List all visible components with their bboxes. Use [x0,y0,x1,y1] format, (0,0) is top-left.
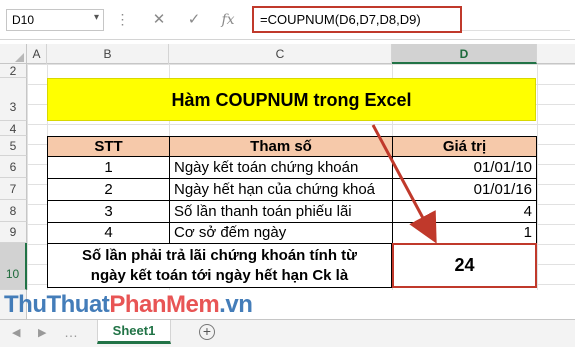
table-header-param: Tham số [169,136,393,157]
select-all-button[interactable] [0,44,27,64]
result-label-line1: Số lần phải trả lãi chứng khoán tính từ [81,247,358,264]
table-cell-stt[interactable]: 1 [47,156,170,179]
more-sheets-icon[interactable]: … [64,324,79,340]
formula-bar: D10 ▾ ⋮ ✕ ✓ fx =COUPNUM(D6,D7,D8,D9) [0,0,575,40]
table-cell-value[interactable]: 01/01/16 [392,178,537,201]
column-headers: A B C D [0,44,575,64]
scroll-right-icon[interactable]: ▶ [38,326,46,339]
row-header-8[interactable]: 8 [0,200,27,222]
gridline [537,64,538,290]
name-box-value: D10 [12,13,35,27]
result-label[interactable]: Số lần phải trả lãi chứng khoán tính từ … [47,243,392,288]
chevron-down-icon[interactable]: ▾ [94,12,99,23]
table-cell-param[interactable]: Cơ sở đếm ngày [169,222,393,244]
table-cell-value[interactable]: 01/01/10 [392,156,537,179]
watermark-logo: ThuThuatPhanMem.vn [4,291,253,321]
result-cell[interactable]: 24 [392,243,537,288]
table-cell-stt[interactable]: 4 [47,222,170,244]
row-header-5[interactable]: 5 [0,136,27,156]
add-sheet-icon[interactable]: + [199,324,215,340]
formula-input-area[interactable] [462,9,570,31]
sheet-tab-sheet1[interactable]: Sheet1 [97,320,171,344]
insert-function-icon[interactable]: fx [217,9,239,31]
row-header-10[interactable]: 10 [0,243,27,290]
table-cell-stt[interactable]: 2 [47,178,170,201]
table-cell-value[interactable]: 4 [392,200,537,223]
table-cell-param[interactable]: Số lần thanh toán phiếu lãi [169,200,393,223]
table-cell-value[interactable]: 1 [392,222,537,244]
watermark-part1: ThuThuat [4,291,110,318]
scroll-left-icon[interactable]: ◀ [12,326,20,339]
table-header-stt: STT [47,136,170,157]
cancel-icon[interactable]: ✕ [148,9,170,31]
watermark-part2: PhanMem [109,291,220,318]
row-header-3[interactable]: 3 [0,78,27,121]
sheet-tab-bar: ◀ ▶ … Sheet1 + [0,319,575,347]
column-header-a[interactable]: A [27,44,47,64]
table-header-value: Giá trị [392,136,537,157]
formula-input[interactable]: =COUPNUM(D6,D7,D8,D9) [252,6,462,33]
row-header-2[interactable]: 2 [0,64,27,78]
row-header-7[interactable]: 7 [0,178,27,200]
enter-icon[interactable]: ✓ [183,9,205,31]
table-cell-param[interactable]: Ngày kết toán chứng khoán [169,156,393,179]
name-box[interactable]: D10 ▾ [6,9,104,31]
more-icon[interactable]: ⋮ [112,9,132,31]
row-header-4[interactable]: 4 [0,121,27,136]
table-cell-param[interactable]: Ngày hết hạn của chứng khoá [169,178,393,201]
watermark-part3: .vn [219,291,253,318]
column-header-d[interactable]: D [392,44,537,64]
page-title: Hàm COUPNUM trong Excel [47,78,536,121]
column-header-c[interactable]: C [169,44,392,64]
result-label-line2: ngày kết toán tới ngày hết hạn Ck là [90,267,349,284]
table-cell-stt[interactable]: 3 [47,200,170,223]
row-header-9[interactable]: 9 [0,222,27,243]
select-all-icon [15,53,24,62]
column-header-b[interactable]: B [47,44,169,64]
row-header-6[interactable]: 6 [0,156,27,178]
